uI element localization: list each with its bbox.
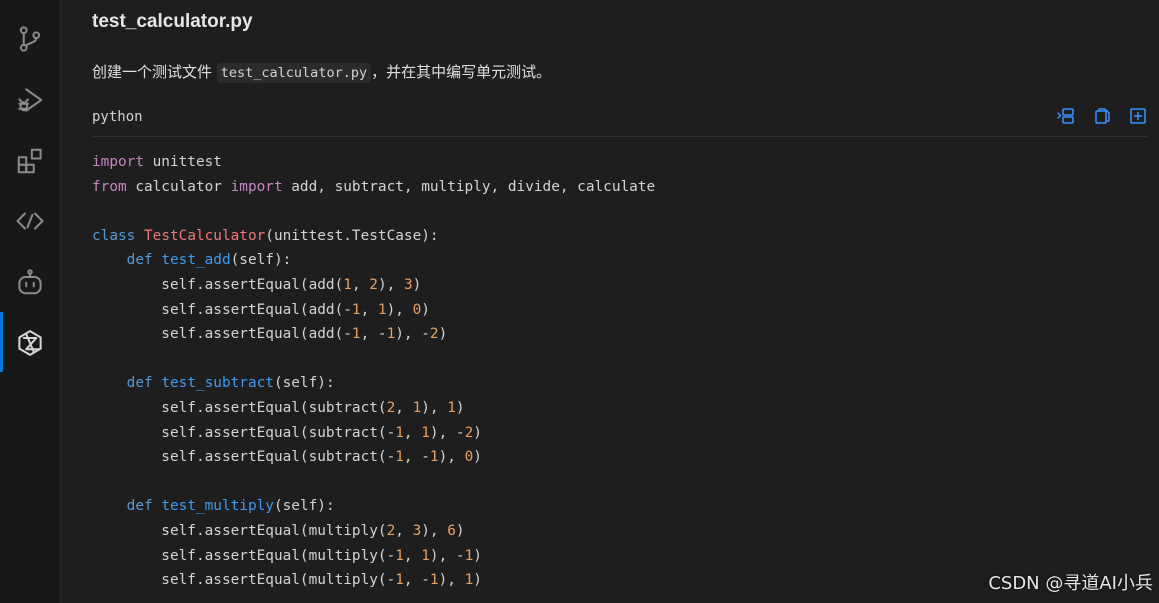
extensions-button[interactable] [0,139,60,183]
new-file-icon [1130,108,1146,124]
insert-at-cursor-icon [1057,108,1074,124]
copilot-icon [18,269,42,295]
code-block-header: python [92,103,1148,137]
source-control-button[interactable] [0,17,60,61]
active-indicator [0,312,3,372]
description-text-after: ，并在其中编写单元测试。 [371,63,552,81]
code-language-label: python [92,109,143,125]
ai-assistant-icon [18,330,42,356]
run-debug-button[interactable] [0,78,60,122]
description-text-before: 创建一个测试文件 [92,63,217,81]
ai-assistant-button[interactable] [0,321,60,365]
source-control-icon [19,26,41,52]
file-title: test_calculator.py [92,11,253,32]
run-debug-icon [18,88,43,112]
copilot-button[interactable] [0,260,60,304]
remote-explorer-button[interactable] [0,199,60,243]
code-block[interactable]: import unittest from calculator import a… [92,150,655,593]
step-description: 创建一个测试文件 test_calculator.py ，并在其中编写单元测试。 [92,61,552,83]
watermark: CSDN @寻道AI小兵 [988,573,1153,594]
chat-response-panel: test_calculator.py 创建一个测试文件 test_calcula… [76,0,1159,603]
remote-explorer-icon [16,212,44,230]
activity-bar [0,0,61,603]
insert-at-cursor-button[interactable] [1056,106,1076,126]
new-file-button[interactable] [1128,106,1148,126]
inline-filename: test_calculator.py [216,63,372,83]
copy-icon [1095,108,1110,124]
copy-button[interactable] [1092,106,1112,126]
extensions-icon [17,148,42,174]
code-block-actions [1056,106,1148,126]
